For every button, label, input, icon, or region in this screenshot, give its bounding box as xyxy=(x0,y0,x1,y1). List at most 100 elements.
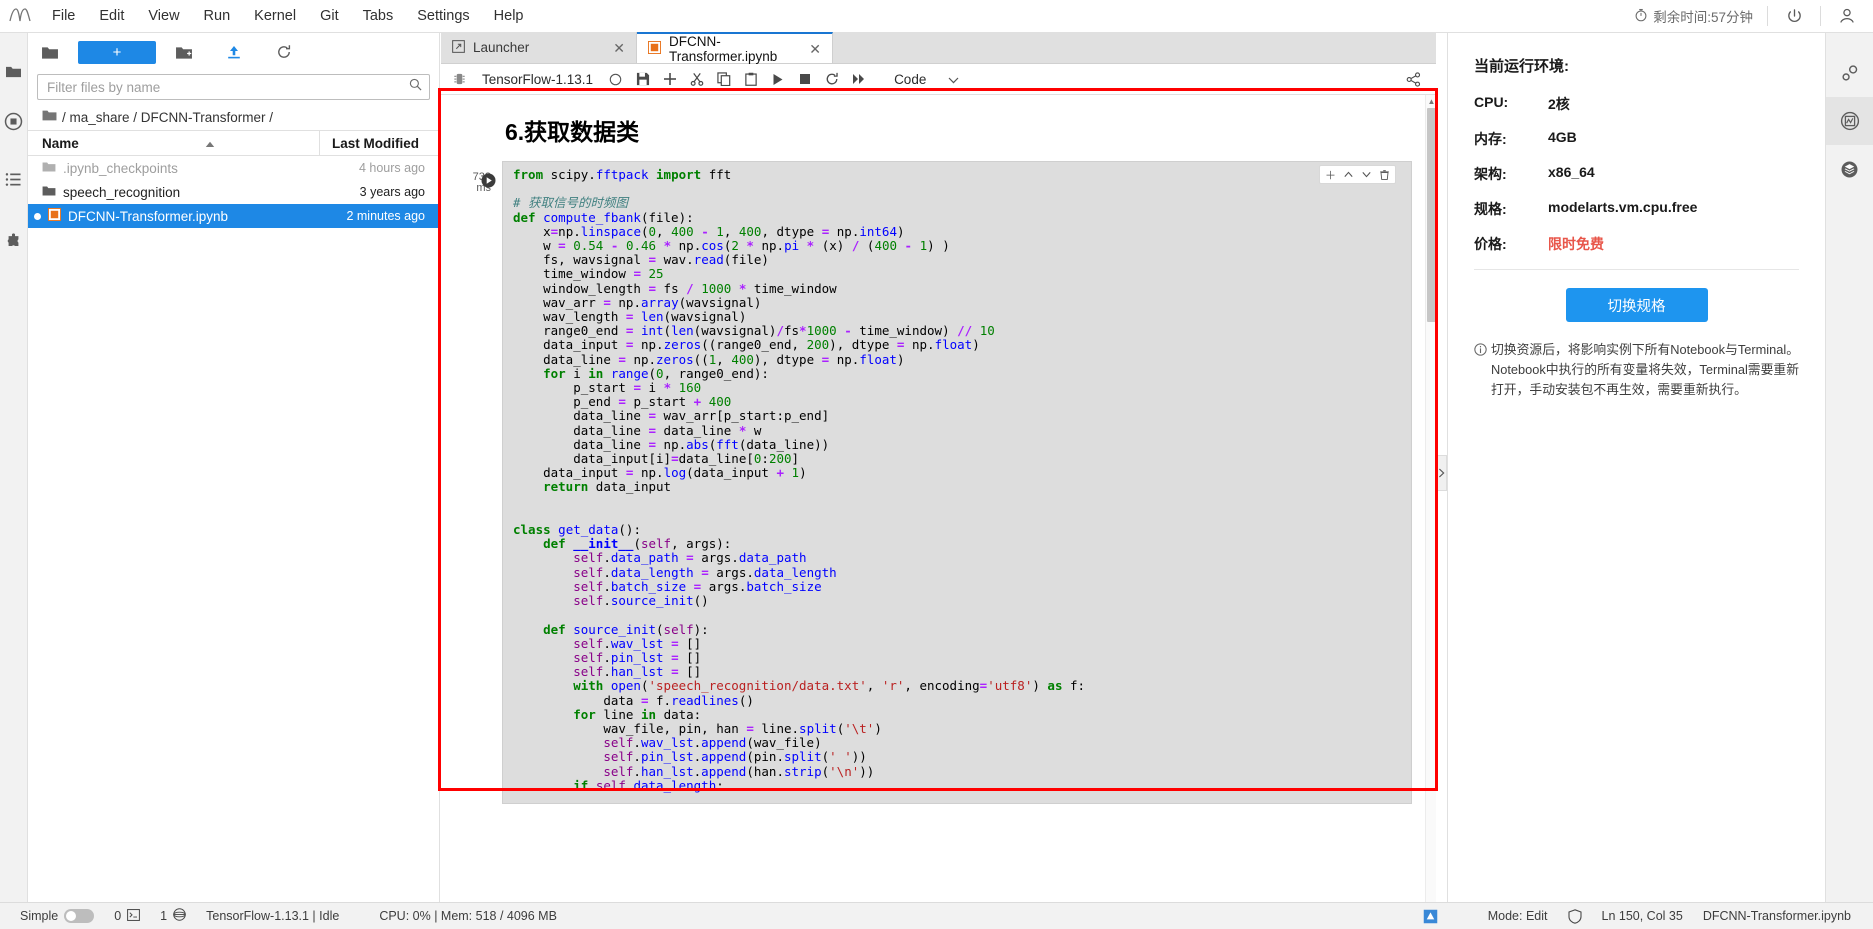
menu-view[interactable]: View xyxy=(136,3,191,29)
search-input[interactable] xyxy=(45,78,409,96)
user-icon[interactable] xyxy=(1821,0,1873,33)
list-item[interactable]: DFCNN-Transformer.ipynb 2 minutes ago xyxy=(28,204,439,228)
shield-icon[interactable] xyxy=(1558,903,1592,929)
restart-kernel-button[interactable] xyxy=(819,67,844,92)
cursor-position[interactable]: Ln 150, Col 35 xyxy=(1592,903,1693,929)
power-icon[interactable] xyxy=(1768,0,1820,33)
delete-icon[interactable] xyxy=(1377,167,1392,182)
cell-toolbar: ＋ xyxy=(1319,165,1396,184)
file-row-name: speech_recognition xyxy=(42,185,319,200)
sidebar-item-running-icon[interactable] xyxy=(0,103,28,139)
cell-type-value: Code xyxy=(894,71,927,87)
menu-tabs[interactable]: Tabs xyxy=(351,3,406,29)
run-button[interactable] xyxy=(765,67,790,92)
kernels-count[interactable]: 1 xyxy=(150,903,196,929)
upload-icon[interactable] xyxy=(212,38,256,66)
stopwatch-icon xyxy=(1634,8,1648,25)
menu-kernel[interactable]: Kernel xyxy=(242,3,308,29)
env-row-memory: 内存: 4GB xyxy=(1474,129,1799,149)
tab-notebook-label: DFCNN-Transformer.ipynb xyxy=(669,33,778,64)
save-button[interactable] xyxy=(630,67,655,92)
insert-cell-button[interactable] xyxy=(657,67,682,92)
scroll-up-arrow-icon[interactable]: ▲ xyxy=(1426,95,1436,107)
env-label-spec: 规格: xyxy=(1474,201,1507,217)
folder-icon xyxy=(42,161,56,176)
code-editor[interactable]: from scipy.fftpack import fft # 获取信号的时频图… xyxy=(502,161,1412,804)
notification-icon[interactable] xyxy=(1413,903,1448,929)
sidebar-item-file-browser-icon[interactable] xyxy=(0,53,28,89)
file-row-modified: 2 minutes ago xyxy=(346,209,425,223)
file-browser-toolbar: + xyxy=(28,33,439,71)
notebook-icon xyxy=(48,208,61,224)
stop-button[interactable] xyxy=(792,67,817,92)
new-launcher-button[interactable]: + xyxy=(78,40,156,64)
restart-and-run-all-button[interactable] xyxy=(846,67,871,92)
code-cell[interactable]: 738 ms from scipy.fftpack import fft # 获… xyxy=(441,161,1412,804)
kernel-idle-circle-icon xyxy=(603,67,628,92)
column-header-name-label: Name xyxy=(42,135,79,151)
scrollbar-thumb[interactable] xyxy=(1427,108,1436,322)
kernel-icon[interactable] xyxy=(447,67,472,92)
env-value-cpu: 2核 xyxy=(1548,96,1570,112)
simple-mode-label: Simple xyxy=(20,909,59,923)
menu-edit[interactable]: Edit xyxy=(87,3,136,29)
column-header-modified[interactable]: Last Modified xyxy=(319,130,439,156)
cell-type-select[interactable]: Code xyxy=(887,69,966,90)
notebook-scrollbar[interactable]: ▲ ▼ xyxy=(1425,95,1436,929)
menu-settings[interactable]: Settings xyxy=(405,3,481,29)
notebook-icon xyxy=(648,40,661,57)
file-search-box[interactable] xyxy=(37,74,430,100)
environment-warning-text: 切换资源后，将影响实例下所有Notebook与Terminal。Notebook… xyxy=(1491,342,1799,397)
property-inspector-icon[interactable] xyxy=(1826,49,1873,97)
tab-notebook[interactable]: DFCNN-Transformer.ipynb ✕ xyxy=(637,32,833,64)
file-row-name: .ipynb_checkpoints xyxy=(42,161,319,176)
paste-button[interactable] xyxy=(738,67,763,92)
file-row-label: DFCNN-Transformer.ipynb xyxy=(68,208,229,224)
file-search-wrapper xyxy=(28,71,439,107)
environment-info-panel: 当前运行环境: CPU: 2核 内存: 4GB 架构: x86_64 规格: m… xyxy=(1447,33,1825,929)
variable-inspector-icon[interactable] xyxy=(1825,97,1873,145)
copy-button[interactable] xyxy=(711,67,736,92)
close-icon[interactable]: ✕ xyxy=(613,41,625,55)
switch-spec-button[interactable]: 切换规格 xyxy=(1565,288,1708,322)
terminal-icon xyxy=(127,908,141,924)
menu-help[interactable]: Help xyxy=(482,3,536,29)
tab-launcher-label: Launcher xyxy=(473,40,530,55)
breadcrumb[interactable]: / ma_share / DFCNN-Transformer / xyxy=(28,107,439,130)
add-icon[interactable]: ＋ xyxy=(1323,167,1338,182)
sidebar-item-commands-icon[interactable] xyxy=(0,161,28,197)
layers-icon[interactable] xyxy=(1826,145,1873,193)
run-cell-icon[interactable] xyxy=(481,173,496,188)
env-value-spec: modelarts.vm.cpu.free xyxy=(1548,199,1698,215)
notebook-scroll-area[interactable]: 6.获取数据类 738 ms from scipy.fftpack import… xyxy=(441,95,1436,929)
status-bar-right: Mode: Edit Ln 150, Col 35 DFCNN-Transfor… xyxy=(1413,903,1873,929)
terminals-count[interactable]: 0 xyxy=(104,903,150,929)
cut-button[interactable] xyxy=(684,67,709,92)
menu-bar: File Edit View Run Kernel Git Tabs Setti… xyxy=(0,0,1873,33)
sidebar-item-extensions-icon[interactable] xyxy=(0,223,28,259)
column-header-name[interactable]: Name xyxy=(42,136,319,151)
menu-file[interactable]: File xyxy=(40,3,87,29)
new-folder-icon[interactable] xyxy=(162,38,206,66)
move-down-icon[interactable] xyxy=(1359,167,1374,182)
panel-collapse-handle[interactable] xyxy=(1436,455,1447,491)
kernel-status[interactable]: TensorFlow-1.13.1 | Idle xyxy=(196,903,349,929)
refresh-icon[interactable] xyxy=(262,38,306,66)
info-icon xyxy=(1474,340,1487,400)
menu-git[interactable]: Git xyxy=(308,3,351,29)
menu-run[interactable]: Run xyxy=(192,3,243,29)
list-item[interactable]: speech_recognition 3 years ago xyxy=(28,180,439,204)
env-value-memory: 4GB xyxy=(1548,129,1577,145)
search-icon[interactable] xyxy=(409,78,422,96)
tab-launcher[interactable]: Launcher ✕ xyxy=(441,32,637,63)
move-up-icon[interactable] xyxy=(1341,167,1356,182)
list-item[interactable]: .ipynb_checkpoints 4 hours ago xyxy=(28,156,439,180)
kernel-name-label[interactable]: TensorFlow-1.13.1 xyxy=(474,72,601,87)
simple-mode-toggle[interactable]: Simple xyxy=(0,903,104,929)
notebook-cells: 6.获取数据类 738 ms from scipy.fftpack import… xyxy=(441,95,1426,804)
folder-icon[interactable] xyxy=(36,38,64,66)
share-icon[interactable] xyxy=(1401,67,1426,92)
simple-mode-switch[interactable] xyxy=(64,909,95,923)
close-icon[interactable]: ✕ xyxy=(809,42,821,56)
editor-mode: Mode: Edit xyxy=(1448,903,1558,929)
